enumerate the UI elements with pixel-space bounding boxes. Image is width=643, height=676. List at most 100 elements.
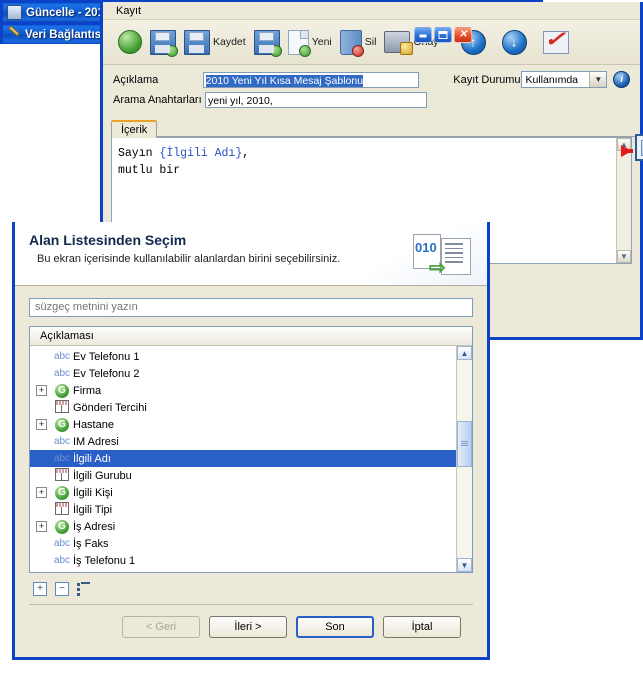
close-icon[interactable]: ✕ [454, 26, 472, 43]
expand-icon[interactable]: + [36, 385, 47, 396]
scroll-down-icon[interactable]: ▼ [457, 558, 472, 572]
group-type-icon: G [51, 417, 73, 432]
expand-all-icon[interactable]: + [33, 582, 47, 596]
list-item[interactable]: + G Firma [30, 382, 456, 399]
status-dropdown[interactable]: Kullanımda ▼ [521, 71, 608, 88]
delete-icon [339, 29, 364, 57]
list-item[interactable]: İlgili Gurubu [30, 467, 456, 484]
grid-type-icon [51, 399, 73, 416]
toolbar-download-button[interactable]: ↓ [499, 28, 530, 57]
editor-text-suffix: , [242, 147, 250, 160]
list-item[interactable]: abc Ev Telefonu 1 [30, 348, 456, 365]
list-item[interactable]: abc İlgili Adı [30, 450, 456, 467]
keywords-input[interactable]: yeni yıl, 2010, [205, 92, 427, 108]
list-scrollbar[interactable]: ▲ ▼ [456, 346, 472, 572]
list-item[interactable]: abc IM Adresi [30, 433, 456, 450]
header-icon-number: 010 [415, 240, 437, 255]
list-item-label: İlgili Tipi [73, 503, 113, 516]
toolbar-navigate-button[interactable] [115, 28, 145, 56]
list-item[interactable]: + G İş Adresi [30, 518, 456, 535]
list-item-label: Hastane [73, 418, 114, 431]
description-label: Açıklama [113, 73, 159, 86]
expand-icon[interactable]: + [36, 521, 47, 532]
scrollbar-thumb[interactable] [457, 421, 472, 467]
list-tools: + − [29, 573, 473, 605]
cancel-button[interactable]: İptal [383, 616, 461, 638]
description-input[interactable]: 2010 Yeni Yıl Kısa Mesaj Şablonu [202, 71, 420, 88]
back-button[interactable]: < Geri [122, 616, 200, 638]
document-icon [7, 5, 22, 20]
grid-type-icon [51, 467, 73, 484]
expand-icon[interactable]: + [36, 419, 47, 430]
menu-item-kayit[interactable]: Kayıt [111, 4, 146, 18]
toolbar-new-button[interactable]: Yeni [285, 28, 335, 57]
cursor-down-icon [118, 30, 142, 54]
description-row: Açıklama 2010 Yeni Yıl Kısa Mesaj Şablon… [113, 71, 630, 88]
toolbar-save-refresh-button[interactable] [147, 28, 179, 57]
toolbar-approve-button[interactable]: Onay [381, 29, 441, 55]
menubar: Kayıt [103, 2, 640, 20]
tab-icerik[interactable]: İçerik [111, 120, 158, 138]
maximize-icon[interactable] [434, 26, 452, 43]
data-fields-010-icon: 010 ⇨ [413, 232, 473, 278]
red-arrow-annotation [621, 145, 633, 157]
minimize-icon[interactable] [414, 26, 432, 43]
toolbar-save-new-button[interactable] [251, 28, 283, 57]
finish-button[interactable]: Son [296, 616, 374, 638]
list-item[interactable]: Gönderi Tercihi [30, 399, 456, 416]
list-item-label: İlgili Adı [73, 452, 111, 465]
list-item-label: İş Adresi [73, 520, 116, 533]
list-item-label: İlgili Kişi [73, 486, 113, 499]
tabstrip: İçerik [111, 118, 640, 138]
list-view-icon[interactable] [77, 582, 91, 596]
list-item-label: İlgili Gurubu [73, 469, 132, 482]
list-item-label: Ev Telefonu 2 [73, 367, 140, 380]
chevron-down-icon[interactable]: ▼ [589, 72, 607, 87]
list-item[interactable]: + G Hastane [30, 416, 456, 433]
list-item-label: Ev Telefonu 1 [73, 350, 140, 363]
filter-input[interactable] [29, 298, 473, 317]
dialog-controls: ✕ [414, 26, 472, 43]
dialog-subheading: Bu ekran içerisinde kullanılabilir alanl… [37, 253, 341, 265]
field-listbox: Açıklaması abc Ev Telefonu 1 abc Ev Telefon… [29, 326, 473, 573]
keywords-label: Arama Anahtarları [113, 94, 202, 106]
info-icon[interactable]: i [613, 71, 630, 88]
abc-type-icon: abc [53, 436, 71, 447]
document-add-icon [287, 29, 311, 57]
list-item[interactable]: + G İlgili Kişi [30, 484, 456, 501]
floppy-icon [184, 29, 210, 55]
insert-data-field-button[interactable] [621, 134, 643, 161]
scroll-up-icon[interactable]: ▲ [457, 346, 472, 360]
expand-icon[interactable]: + [36, 487, 47, 498]
toolbar-confirm-button[interactable]: ✓ [540, 29, 572, 56]
list-item-label: İş Telefonu 1 [73, 554, 136, 567]
editor-side-toolbar [621, 134, 643, 161]
abc-type-icon: abc [53, 555, 71, 566]
scrollbar-track[interactable] [457, 360, 472, 558]
group-type-icon: G [51, 485, 73, 500]
data-binding-dialog: Alan Listesinden Seçim Bu ekran içerisin… [12, 222, 490, 660]
editor-text-prefix: Sayın [118, 147, 160, 160]
list-item-label: İş Faks [73, 537, 109, 550]
list-item-label: Gönderi Tercihi [73, 401, 147, 414]
list-item[interactable]: abc İş Faks [30, 535, 456, 552]
list-item[interactable]: abc Ev Telefonu 2 [30, 365, 456, 382]
list-column-header[interactable]: Açıklaması [30, 327, 472, 346]
toolbar-delete-button[interactable]: Sil [337, 28, 380, 57]
toolbar-save-button[interactable]: Kaydet [181, 28, 249, 57]
dialog-body: Açıklaması abcEv Telefonu 1abcEv Telefon… [15, 286, 487, 638]
toolbar-save-label: Kaydet [213, 36, 246, 48]
approve-key-icon [384, 31, 414, 55]
editor-field-token: {İlgili Adı} [159, 147, 243, 160]
next-button[interactable]: İleri > [209, 616, 287, 638]
scroll-down-icon[interactable]: ▼ [617, 250, 631, 263]
list-item[interactable]: İlgili Tipi [30, 501, 456, 518]
group-type-icon: G [51, 383, 73, 398]
field-list[interactable]: abc Ev Telefonu 1 abc Ev Telefonu 2 + G Firma G… [30, 346, 456, 572]
collapse-all-icon[interactable]: − [55, 582, 69, 596]
list-item[interactable]: abc İş Telefonu 1 [30, 552, 456, 569]
